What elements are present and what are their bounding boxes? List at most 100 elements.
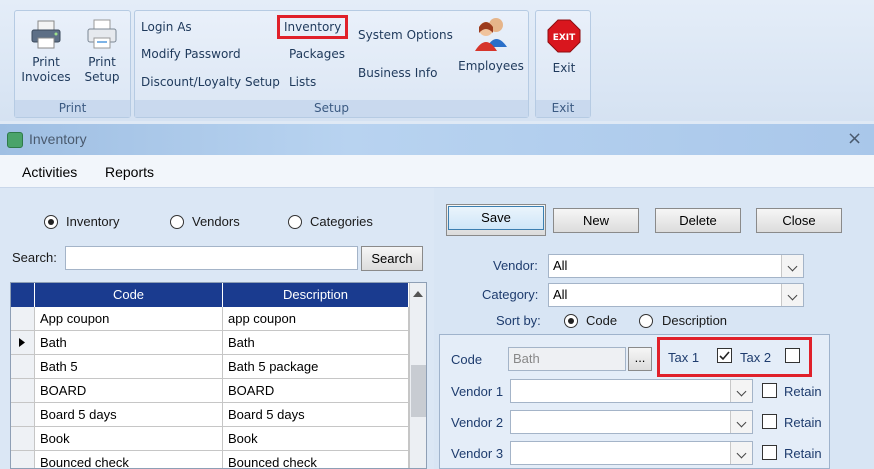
- vendor-select[interactable]: [510, 410, 753, 434]
- chevron-down-icon[interactable]: [781, 255, 803, 277]
- chevron-down-icon[interactable]: [781, 284, 803, 306]
- vendor-filter-select[interactable]: All: [548, 254, 804, 278]
- retain-label: Retain: [784, 415, 822, 430]
- vendor-row-label: Vendor 2: [451, 415, 504, 430]
- checkmark-icon: [719, 351, 730, 361]
- search-input[interactable]: [65, 246, 358, 270]
- table-row[interactable]: BOARD BOARD: [11, 379, 409, 403]
- cell-code[interactable]: Bath 5: [35, 355, 223, 378]
- sort-code-label: Code: [586, 313, 618, 328]
- retain-checkbox[interactable]: [762, 445, 777, 460]
- chevron-down-icon[interactable]: [730, 380, 752, 402]
- cell-code[interactable]: BOARD: [35, 379, 223, 402]
- save-button[interactable]: Save: [446, 204, 546, 236]
- sort-code-radio[interactable]: [564, 314, 578, 328]
- chevron-down-icon[interactable]: [730, 442, 752, 464]
- current-row-arrow-icon: [19, 338, 25, 347]
- print-setup-label-line1: Print: [88, 55, 116, 69]
- inventory-button[interactable]: Inventory: [277, 15, 349, 39]
- business-info-button[interactable]: Business Info: [358, 66, 437, 80]
- cell-description[interactable]: Bath: [223, 331, 409, 354]
- delete-button[interactable]: Delete: [655, 208, 741, 233]
- exit-button[interactable]: EXIT Exit: [540, 19, 588, 76]
- radio-inventory-label: Inventory: [66, 214, 120, 229]
- radio-categories[interactable]: [288, 215, 302, 229]
- vendor-row-label: Vendor 3: [451, 446, 504, 461]
- table-row[interactable]: Bath 5 Bath 5 package: [11, 355, 409, 379]
- chevron-down-icon[interactable]: [730, 411, 752, 433]
- cell-description[interactable]: Board 5 days: [223, 403, 409, 426]
- cell-description[interactable]: Book: [223, 427, 409, 450]
- row-header[interactable]: [11, 331, 35, 354]
- vendor-select[interactable]: [510, 379, 753, 403]
- grid-header-code[interactable]: Code: [35, 283, 223, 307]
- scroll-thumb[interactable]: [411, 365, 426, 417]
- table-row[interactable]: Board 5 days Board 5 days: [11, 403, 409, 427]
- print-setup-button[interactable]: Print Setup: [77, 17, 127, 85]
- cell-code[interactable]: Book: [35, 427, 223, 450]
- row-header[interactable]: [11, 451, 35, 468]
- radio-inventory[interactable]: [44, 215, 58, 229]
- retain-checkbox[interactable]: [762, 414, 777, 429]
- window-titlebar: Inventory ×: [0, 124, 874, 155]
- system-options-button[interactable]: System Options: [358, 28, 453, 42]
- row-header[interactable]: [11, 307, 35, 330]
- print-group-label: Print: [15, 100, 130, 117]
- employees-button[interactable]: Employees: [457, 13, 525, 74]
- discount-loyalty-setup-button[interactable]: Discount/Loyalty Setup: [141, 75, 280, 89]
- row-header[interactable]: [11, 427, 35, 450]
- modify-password-button[interactable]: Modify Password: [141, 47, 241, 61]
- code-browse-button[interactable]: ...: [628, 347, 652, 371]
- new-button[interactable]: New: [553, 208, 639, 233]
- menu-activities[interactable]: Activities: [22, 164, 77, 180]
- table-row[interactable]: Bounced check Bounced check: [11, 451, 409, 468]
- inventory-grid: Code Description App coupon app coupon Bat…: [10, 282, 427, 469]
- cell-code[interactable]: Bath: [35, 331, 223, 354]
- code-field[interactable]: Bath: [508, 347, 626, 371]
- tax2-checkbox[interactable]: [785, 348, 800, 363]
- sort-description-label: Description: [662, 313, 728, 328]
- radio-vendors[interactable]: [170, 215, 184, 229]
- cell-description[interactable]: Bath 5 package: [223, 355, 409, 378]
- grid-corner-header: [11, 283, 35, 307]
- row-header[interactable]: [11, 403, 35, 426]
- cell-description[interactable]: Bounced check: [223, 451, 409, 468]
- table-row[interactable]: Bath Bath: [11, 331, 409, 355]
- cell-code[interactable]: Bounced check: [35, 451, 223, 468]
- vendor-select[interactable]: [510, 441, 753, 465]
- vendor-filter-label: Vendor:: [493, 258, 538, 273]
- setup-group-label: Setup: [135, 100, 528, 117]
- scroll-up-icon[interactable]: [413, 291, 423, 297]
- employees-icon: [471, 13, 511, 53]
- lists-button[interactable]: Lists: [289, 75, 316, 89]
- retain-label: Retain: [784, 446, 822, 461]
- window-close-icon[interactable]: ×: [847, 128, 862, 149]
- row-header[interactable]: [11, 379, 35, 402]
- app-icon: [7, 132, 23, 148]
- cell-code[interactable]: Board 5 days: [35, 403, 223, 426]
- print-setup-icon: [85, 17, 119, 51]
- row-header[interactable]: [11, 355, 35, 378]
- sort-description-radio[interactable]: [639, 314, 653, 328]
- cell-description[interactable]: BOARD: [223, 379, 409, 402]
- menu-reports[interactable]: Reports: [105, 164, 154, 180]
- table-row[interactable]: App coupon app coupon: [11, 307, 409, 331]
- exit-icon: EXIT: [547, 19, 581, 53]
- setup-group: Login As Modify Password Discount/Loyalt…: [134, 10, 529, 118]
- grid-header-description[interactable]: Description: [223, 283, 409, 307]
- cell-description[interactable]: app coupon: [223, 307, 409, 330]
- exit-label: Exit: [552, 61, 576, 75]
- retain-checkbox[interactable]: [762, 383, 777, 398]
- right-pane: Save New Delete Close Vendor: All Catego…: [434, 188, 874, 469]
- tax1-checkbox[interactable]: [717, 348, 732, 363]
- cell-code[interactable]: App coupon: [35, 307, 223, 330]
- login-as-button[interactable]: Login As: [141, 20, 192, 34]
- grid-scrollbar[interactable]: [409, 283, 426, 468]
- print-invoices-button[interactable]: Print Invoices: [19, 17, 73, 85]
- search-button[interactable]: Search: [361, 246, 423, 271]
- category-filter-select[interactable]: All: [548, 283, 804, 307]
- close-button[interactable]: Close: [756, 208, 842, 233]
- packages-button[interactable]: Packages: [289, 47, 345, 61]
- table-row[interactable]: Book Book: [11, 427, 409, 451]
- ribbon: Print Invoices Print Setup Print Login A…: [0, 0, 874, 121]
